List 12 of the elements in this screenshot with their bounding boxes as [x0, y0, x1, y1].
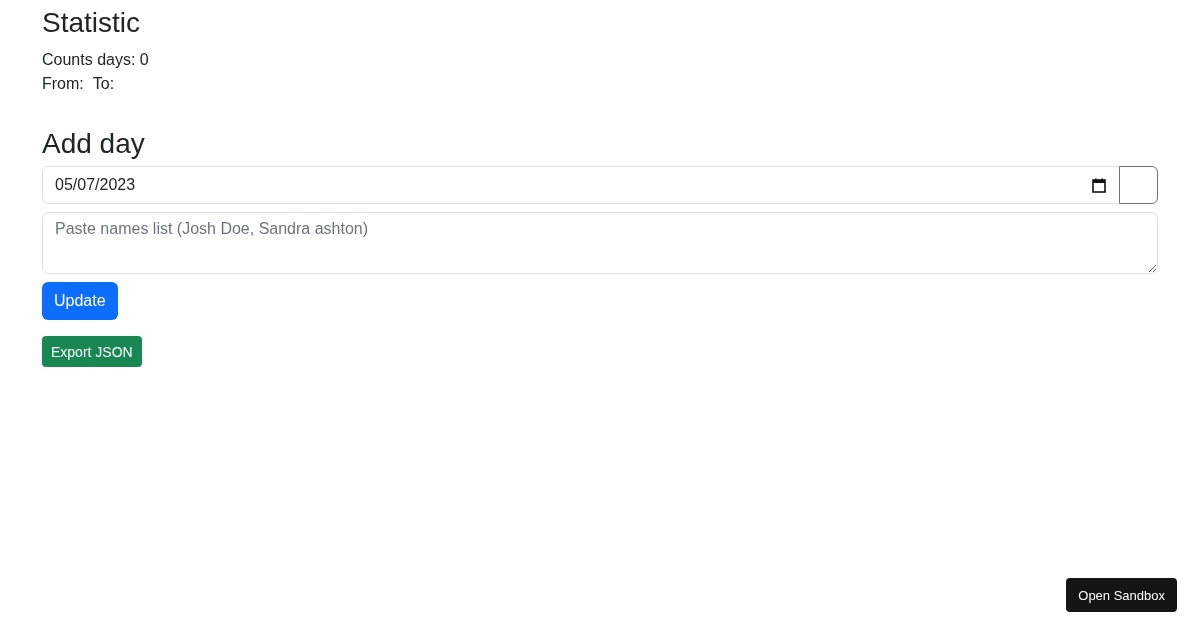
to-label: To: — [92, 73, 115, 94]
update-button[interactable]: Update — [42, 282, 118, 321]
from-label: From: — [42, 73, 84, 94]
section-title: Add day — [42, 126, 146, 161]
calendar-icon — [1092, 177, 1106, 193]
export-button[interactable]: Export JSON — [42, 336, 142, 368]
section-title: Statistic — [42, 6, 142, 40]
names-field[interactable]: Paste names list (Josh Doe, Sandra ashton) — [42, 212, 1158, 275]
open-sandbox-button[interactable]: Open Sandbox — [1066, 578, 1177, 612]
empty-button[interactable] — [1119, 166, 1158, 205]
counts-text: Counts days: 0 — [42, 50, 149, 68]
date-field[interactable]: 05/07/2023 — [42, 166, 1120, 205]
